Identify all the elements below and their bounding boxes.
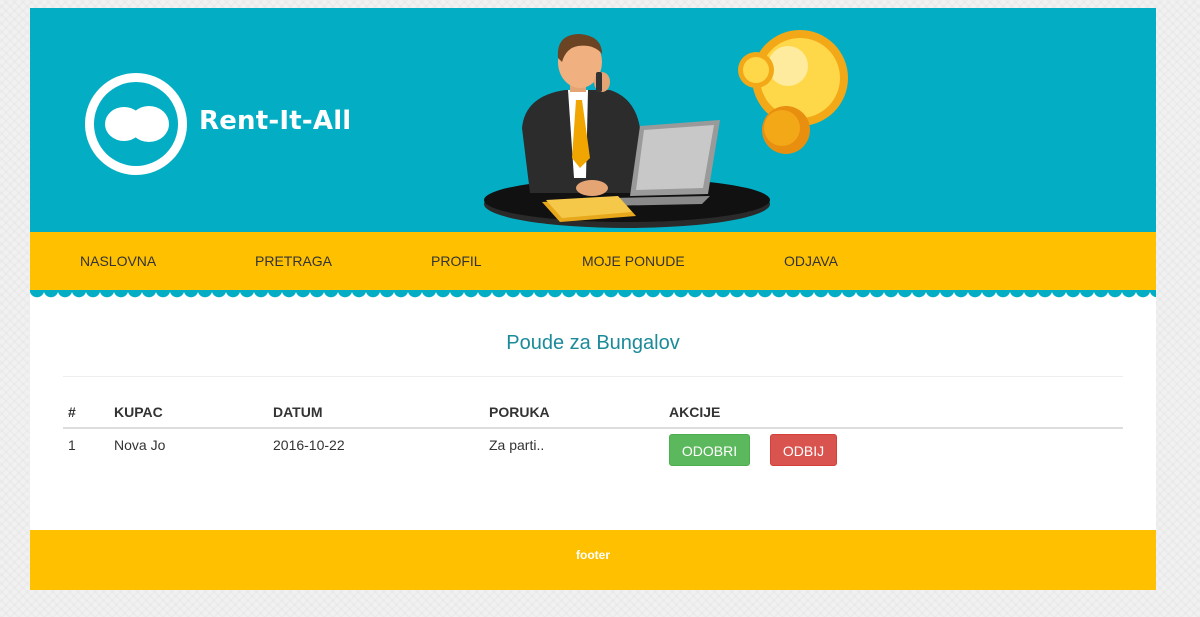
- nav-item-pretraga[interactable]: PRETRAGA: [255, 253, 332, 269]
- title-divider: [63, 376, 1123, 377]
- header-banner: Rent-It-All: [30, 8, 1156, 232]
- main-content: Poude za Bungalov # KUPAC DATUM PORUKA A…: [30, 302, 1156, 530]
- row-buyer: Nova Jo: [114, 437, 166, 453]
- scallop-divider: [30, 290, 1156, 302]
- footer-text: footer: [576, 548, 610, 562]
- column-header-actions: AKCIJE: [669, 404, 721, 420]
- reject-button[interactable]: ODBIJ: [770, 434, 837, 466]
- main-navigation: NASLOVNA PRETRAGA PROFIL MOJE PONUDE ODJ…: [30, 232, 1156, 290]
- nav-item-naslovna[interactable]: NASLOVNA: [80, 253, 156, 269]
- page-title: Poude za Bungalov: [506, 332, 680, 354]
- nav-item-moje-ponude[interactable]: MOJE PONUDE: [582, 253, 685, 269]
- approve-button[interactable]: ODOBRI: [669, 434, 750, 466]
- nav-item-odjava[interactable]: ODJAVA: [784, 253, 838, 269]
- nav-item-profil[interactable]: PROFIL: [431, 253, 482, 269]
- column-header-date: DATUM: [273, 404, 323, 420]
- page: Rent-It-All NASLOVNA PRETRAGA PROFIL MOJ…: [30, 8, 1156, 590]
- row-message: Za parti..: [489, 437, 545, 453]
- row-date: 2016-10-22: [273, 437, 345, 453]
- logo-icon[interactable]: [85, 73, 187, 175]
- column-header-buyer: KUPAC: [114, 404, 163, 420]
- businessman-illustration: [484, 30, 848, 228]
- column-header-message: PORUKA: [489, 404, 550, 420]
- row-number: 1: [68, 437, 76, 453]
- column-header-number: #: [68, 404, 76, 420]
- table-header-border: [63, 427, 1123, 429]
- footer: footer: [30, 530, 1156, 590]
- brand-name[interactable]: Rent-It-All: [199, 106, 351, 136]
